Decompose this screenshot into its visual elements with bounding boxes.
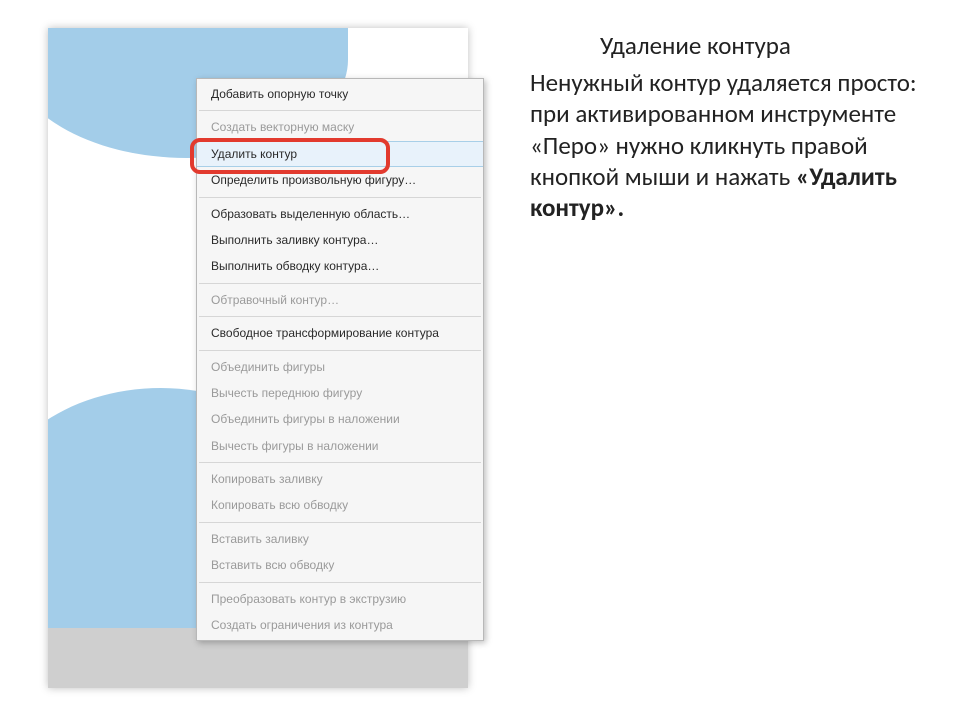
- menu-copy-fill[interactable]: Копировать заливку: [197, 466, 483, 492]
- menu-separator: [199, 283, 481, 284]
- menu-separator: [199, 582, 481, 583]
- menu-separator: [199, 316, 481, 317]
- context-menu: Добавить опорную точку Создать векторную…: [196, 78, 484, 641]
- menu-define-custom-shape[interactable]: Определить произвольную фигуру…: [197, 167, 483, 193]
- menu-paste-stroke[interactable]: Вставить всю обводку: [197, 552, 483, 578]
- menu-separator: [199, 197, 481, 198]
- menu-separator: [199, 462, 481, 463]
- menu-paste-fill[interactable]: Вставить заливку: [197, 526, 483, 552]
- menu-copy-stroke[interactable]: Копировать всю обводку: [197, 492, 483, 518]
- instruction-title: Удаление контура: [600, 30, 930, 61]
- instruction-text: Удаление контура Ненужный контур удаляет…: [530, 30, 930, 223]
- menu-delete-path[interactable]: Удалить контур: [197, 141, 483, 167]
- menu-fill-path[interactable]: Выполнить заливку контура…: [197, 227, 483, 253]
- menu-clipping-path[interactable]: Обтравочный контур…: [197, 287, 483, 313]
- menu-stroke-path[interactable]: Выполнить обводку контура…: [197, 253, 483, 279]
- menu-separator: [199, 350, 481, 351]
- menu-free-transform-path[interactable]: Свободное трансформирование контура: [197, 320, 483, 346]
- menu-unite-shapes[interactable]: Объединить фигуры: [197, 354, 483, 380]
- menu-create-vector-mask[interactable]: Создать векторную маску: [197, 114, 483, 140]
- menu-create-constraints[interactable]: Создать ограничения из контура: [197, 612, 483, 638]
- menu-subtract-overlap[interactable]: Вычесть фигуры в наложении: [197, 433, 483, 459]
- menu-separator: [199, 110, 481, 111]
- menu-add-anchor-point[interactable]: Добавить опорную точку: [197, 81, 483, 107]
- menu-separator: [199, 522, 481, 523]
- menu-subtract-front-shape[interactable]: Вычесть переднюю фигуру: [197, 380, 483, 406]
- menu-convert-to-extrusion[interactable]: Преобразовать контур в экструзию: [197, 586, 483, 612]
- menu-unite-overlap[interactable]: Объединить фигуры в наложении: [197, 406, 483, 432]
- menu-make-selection[interactable]: Образовать выделенную область…: [197, 201, 483, 227]
- instruction-body: Ненужный контур удаляется просто: при ак…: [530, 67, 930, 223]
